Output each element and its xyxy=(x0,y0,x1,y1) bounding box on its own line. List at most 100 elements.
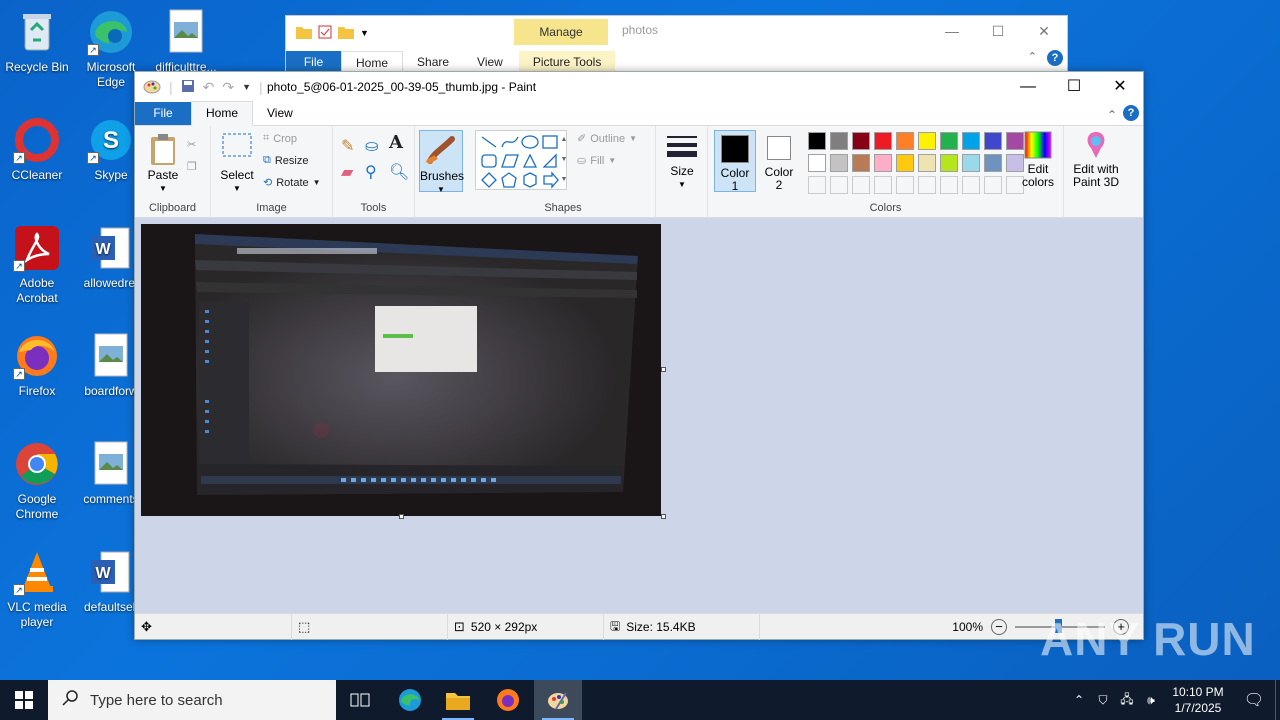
custom-color-slot[interactable] xyxy=(962,176,980,194)
color-swatch[interactable] xyxy=(874,132,892,150)
help-icon[interactable]: ? xyxy=(1047,50,1063,66)
desktop-icon-vlc[interactable]: ↗ VLC media player xyxy=(1,548,73,630)
taskbar-search[interactable]: Type here to search xyxy=(48,680,336,720)
paint-window[interactable]: | ↶ ↷ ▼ | photo_5@06-01-2025_00-39-05_th… xyxy=(134,71,1144,640)
tab-file[interactable]: File xyxy=(135,102,191,125)
help-icon[interactable]: ? xyxy=(1123,105,1139,121)
color-swatch[interactable] xyxy=(940,154,958,172)
edit-colors-button[interactable]: Edit colors xyxy=(1018,130,1058,189)
size-button[interactable]: Size ▼ xyxy=(662,134,702,191)
resize-handle-corner[interactable] xyxy=(661,514,666,519)
redo-icon[interactable]: ↷ xyxy=(222,79,234,96)
color-swatch[interactable] xyxy=(984,132,1002,150)
fill-button[interactable]: ⛀ xyxy=(365,136,378,156)
paste-button[interactable]: Paste ▼ xyxy=(143,132,183,195)
task-view-button[interactable] xyxy=(336,680,384,720)
color-swatch[interactable] xyxy=(940,132,958,150)
color-swatch[interactable] xyxy=(852,154,870,172)
chevron-down-icon[interactable]: ▼ xyxy=(360,28,369,38)
pencil-button[interactable]: ✎ xyxy=(341,136,354,156)
color-swatch[interactable] xyxy=(896,132,914,150)
collapse-ribbon-icon[interactable]: ⌃ xyxy=(1028,50,1037,63)
custom-color-slot[interactable] xyxy=(918,176,936,194)
taskbar-paint[interactable] xyxy=(534,680,582,720)
explorer-window[interactable]: ▼ Manage photos — ☐ ✕ File Home Share Vi… xyxy=(285,15,1068,75)
select-button[interactable]: Select ▼ xyxy=(217,132,257,195)
shapes-scroll[interactable]: ▲ ▼ ▼ xyxy=(559,130,569,190)
tab-view[interactable]: View xyxy=(253,102,307,125)
desktop-icon-acrobat[interactable]: ↗ Adobe Acrobat xyxy=(1,224,73,306)
color-swatch[interactable] xyxy=(984,154,1002,172)
copy-button[interactable]: ❐ xyxy=(187,160,197,173)
taskbar-edge[interactable] xyxy=(386,680,434,720)
shapes-gallery[interactable] xyxy=(475,130,567,190)
chevron-up-icon[interactable]: ⌃ xyxy=(1067,693,1091,707)
custom-color-slot[interactable] xyxy=(984,176,1002,194)
color-swatch[interactable] xyxy=(808,132,826,150)
desktop-icon-difficulttre[interactable]: difficulttre... xyxy=(150,8,222,75)
manage-tab[interactable]: Manage xyxy=(514,19,608,45)
custom-color-slot[interactable] xyxy=(852,176,870,194)
security-icon[interactable]: ⛉ xyxy=(1091,693,1115,708)
close-button[interactable]: ✕ xyxy=(1097,72,1143,102)
explorer-tab-share[interactable]: Share xyxy=(403,51,463,73)
desktop-icon-ccleaner[interactable]: ↗ CCleaner xyxy=(1,116,73,183)
network-icon[interactable]: 🖧︎ xyxy=(1115,690,1139,711)
crop-button[interactable]: ⌗ Crop xyxy=(263,132,297,145)
custom-color-slot[interactable] xyxy=(830,176,848,194)
canvas-image[interactable] xyxy=(141,224,661,516)
color-swatch[interactable] xyxy=(874,154,892,172)
clock[interactable]: 10:10 PM 1/7/2025 xyxy=(1163,684,1233,716)
taskbar-firefox[interactable] xyxy=(484,680,532,720)
eraser-button[interactable]: ▰ xyxy=(341,162,353,182)
close-button[interactable]: ✕ xyxy=(1021,16,1067,46)
show-desktop-button[interactable] xyxy=(1275,680,1280,720)
resize-handle-bottom[interactable] xyxy=(399,514,404,519)
custom-color-slot[interactable] xyxy=(874,176,892,194)
explorer-tab-picture-tools[interactable]: Picture Tools xyxy=(518,51,616,73)
color-swatch[interactable] xyxy=(962,132,980,150)
color-swatch[interactable] xyxy=(830,132,848,150)
color-swatch[interactable] xyxy=(918,132,936,150)
start-button[interactable] xyxy=(0,680,48,720)
fill-shape-button[interactable]: ⛀ Fill ▼ xyxy=(577,154,616,168)
minimize-button[interactable]: — xyxy=(1005,72,1051,102)
volume-icon[interactable]: 🕪︎ xyxy=(1139,693,1163,708)
maximize-button[interactable]: ☐ xyxy=(1051,72,1097,102)
desktop-icon-chrome[interactable]: Google Chrome xyxy=(1,440,73,522)
brushes-button[interactable]: Brushes ▼ xyxy=(419,130,464,194)
color-swatch[interactable] xyxy=(852,132,870,150)
paint-app-icon[interactable] xyxy=(143,78,161,97)
canvas-area[interactable] xyxy=(135,218,1143,614)
collapse-ribbon-icon[interactable]: ⌃ xyxy=(1107,104,1117,127)
tab-home[interactable]: Home xyxy=(191,101,254,126)
properties-icon[interactable] xyxy=(318,25,332,42)
maximize-button[interactable]: ☐ xyxy=(975,16,1021,46)
color-swatch[interactable] xyxy=(808,154,826,172)
desktop-icon-recycle-bin[interactable]: Recycle Bin xyxy=(1,8,73,75)
color1-button[interactable]: Color 1 xyxy=(714,130,756,193)
color-swatch[interactable] xyxy=(896,154,914,172)
color-swatch[interactable] xyxy=(830,154,848,172)
resize-button[interactable]: ⧉ Resize xyxy=(263,154,308,167)
desktop-icon-firefox[interactable]: ↗ Firefox xyxy=(1,332,73,399)
explorer-tab-file[interactable]: File xyxy=(286,51,341,73)
text-button[interactable]: A xyxy=(389,132,403,153)
explorer-tab-view[interactable]: View xyxy=(463,51,517,73)
custom-color-slot[interactable] xyxy=(808,176,826,194)
taskbar-file-explorer[interactable] xyxy=(434,680,482,720)
color2-button[interactable]: Color 2 xyxy=(760,130,798,192)
resize-handle-right[interactable] xyxy=(661,367,666,372)
save-icon[interactable] xyxy=(181,79,195,96)
color-swatch[interactable] xyxy=(918,154,936,172)
notifications-icon[interactable]: 🗨︎ xyxy=(1233,690,1275,710)
cut-button[interactable]: ✂ xyxy=(187,138,196,151)
custom-color-slot[interactable] xyxy=(896,176,914,194)
magnifier-button[interactable]: 🔍︎ xyxy=(389,162,409,182)
color-picker-button[interactable]: ⚲ xyxy=(365,162,377,182)
color-swatch[interactable] xyxy=(962,154,980,172)
chevron-down-icon[interactable]: ▼ xyxy=(242,82,251,92)
rotate-button[interactable]: ⟲ Rotate ▼ xyxy=(263,176,321,190)
zoom-out-button[interactable]: − xyxy=(991,619,1007,635)
minimize-button[interactable]: — xyxy=(929,16,975,46)
